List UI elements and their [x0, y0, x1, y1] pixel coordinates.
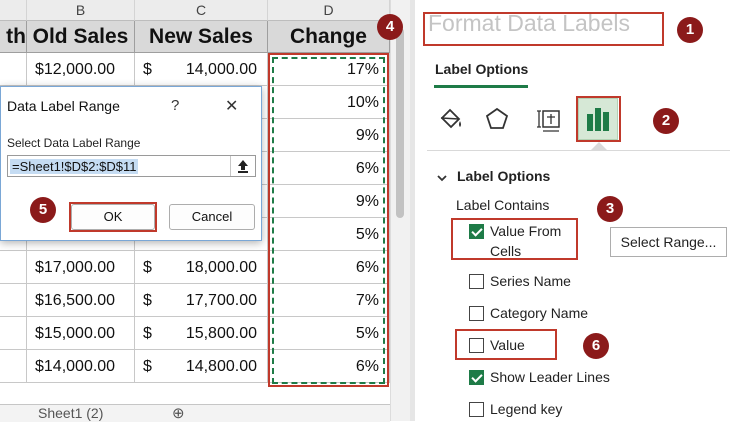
legend-key-label: Legend key	[490, 401, 563, 417]
new-sales-cell[interactable]: $14,000.00	[135, 53, 268, 86]
column-header-b[interactable]: B	[27, 0, 135, 21]
row-month-cell[interactable]	[0, 53, 27, 86]
section-divider	[427, 150, 730, 151]
series-name-checkbox[interactable]	[469, 274, 484, 289]
range-input[interactable]: =Sheet1!$D$2:$D$11	[7, 155, 256, 177]
currency-symbol: $	[143, 61, 152, 78]
highlight-box-chart-icon	[576, 96, 621, 142]
tab-label-options[interactable]: Label Options	[435, 61, 528, 77]
old-sales-value: $14,000.00	[35, 358, 116, 375]
dialog-title-bar[interactable]: Data Label Range ? ✕	[1, 87, 261, 125]
currency-symbol: $	[143, 325, 152, 342]
select-range-button[interactable]: Select Range...	[610, 227, 727, 257]
old-sales-cell[interactable]: $16,500.00	[27, 284, 135, 317]
dialog-prompt: Select Data Label Range	[7, 136, 141, 150]
label-contains-heading: Label Contains	[456, 197, 550, 213]
category-name-checkbox[interactable]	[469, 306, 484, 321]
section-title[interactable]: Label Options	[457, 168, 550, 184]
highlight-box-change-column	[268, 53, 389, 387]
show-leader-lines-checkbox[interactable]	[469, 370, 484, 385]
category-name-label: Category Name	[490, 305, 589, 321]
add-sheet-icon[interactable]: ⊕	[172, 404, 185, 422]
step-badge-1: 1	[677, 17, 703, 43]
value-label: Value	[490, 337, 525, 353]
close-icon[interactable]: ✕	[225, 96, 238, 116]
series-name-label: Series Name	[490, 273, 571, 289]
column-header-a[interactable]	[0, 0, 27, 21]
value-from-cells-label-line1: Value From	[490, 223, 562, 239]
chevron-down-icon[interactable]	[437, 170, 447, 182]
step-badge-4: 4	[377, 14, 403, 40]
value-checkbox[interactable]	[469, 338, 484, 353]
step-badge-2: 2	[653, 108, 679, 134]
old-sales-value: $17,000.00	[35, 259, 116, 276]
currency-symbol: $	[143, 358, 152, 375]
size-properties-icon[interactable]	[535, 104, 565, 134]
highlight-box-title	[423, 12, 664, 46]
show-leader-lines-label: Show Leader Lines	[490, 369, 610, 385]
dialog-title: Data Label Range	[7, 98, 120, 114]
old-sales-value: $15,000.00	[35, 325, 116, 342]
old-sales-cell[interactable]: $14,000.00	[27, 350, 135, 383]
header-cell-new-sales[interactable]: New Sales	[135, 21, 268, 53]
new-sales-cell[interactable]: $15,800.00	[135, 317, 268, 350]
legend-key-checkbox[interactable]	[469, 402, 484, 417]
format-data-labels-pane: Format Data Labels Label Options Label O…	[415, 0, 730, 421]
row-month-cell[interactable]	[0, 284, 27, 317]
column-header-d[interactable]: D	[268, 0, 390, 21]
currency-symbol: $	[143, 292, 152, 309]
new-sales-value: 17,700.00	[185, 292, 257, 309]
collapse-dialog-icon[interactable]	[230, 156, 255, 176]
new-sales-value: 14,800.00	[185, 358, 257, 375]
step-badge-6: 6	[583, 333, 609, 359]
header-cell-change[interactable]: Change	[268, 21, 390, 53]
value-from-cells-label-line2: Cells	[490, 243, 522, 259]
cancel-button[interactable]: Cancel	[169, 204, 255, 230]
scrollbar-thumb[interactable]	[396, 28, 404, 218]
new-sales-value: 18,000.00	[185, 259, 257, 276]
vertical-scrollbar[interactable]	[390, 0, 410, 421]
old-sales-cell[interactable]: $15,000.00	[27, 317, 135, 350]
step-badge-5: 5	[30, 197, 56, 223]
sheet-tab-bar: Sheet1 (2) ⊕	[0, 404, 390, 422]
value-from-cells-checkbox[interactable]	[469, 224, 484, 239]
row-month-cell[interactable]	[0, 251, 27, 284]
header-cell-month[interactable]: th	[0, 21, 27, 53]
row-month-cell[interactable]	[0, 317, 27, 350]
highlight-box-ok	[69, 202, 157, 232]
effects-pentagon-icon[interactable]	[482, 104, 512, 134]
sheet-tab[interactable]: Sheet1 (2)	[38, 405, 103, 421]
old-sales-cell[interactable]: $12,000.00	[27, 53, 135, 86]
old-sales-value: $16,500.00	[35, 292, 116, 309]
old-sales-value: $12,000.00	[35, 61, 116, 78]
row-month-cell[interactable]	[0, 350, 27, 383]
step-badge-3: 3	[597, 196, 623, 222]
old-sales-cell[interactable]: $17,000.00	[27, 251, 135, 284]
tab-underline	[434, 85, 528, 88]
range-input-value: =Sheet1!$D$2:$D$11	[10, 159, 139, 174]
new-sales-cell[interactable]: $18,000.00	[135, 251, 268, 284]
new-sales-cell[interactable]: $17,700.00	[135, 284, 268, 317]
new-sales-value: 14,000.00	[185, 61, 257, 78]
help-icon[interactable]: ?	[171, 97, 179, 114]
column-header-c[interactable]: C	[135, 0, 268, 21]
fill-line-icon[interactable]	[435, 104, 465, 134]
tab-pointer	[591, 142, 607, 150]
new-sales-cell[interactable]: $14,800.00	[135, 350, 268, 383]
header-cell-old-sales[interactable]: Old Sales	[27, 21, 135, 53]
currency-symbol: $	[143, 259, 152, 276]
new-sales-value: 15,800.00	[185, 325, 257, 342]
